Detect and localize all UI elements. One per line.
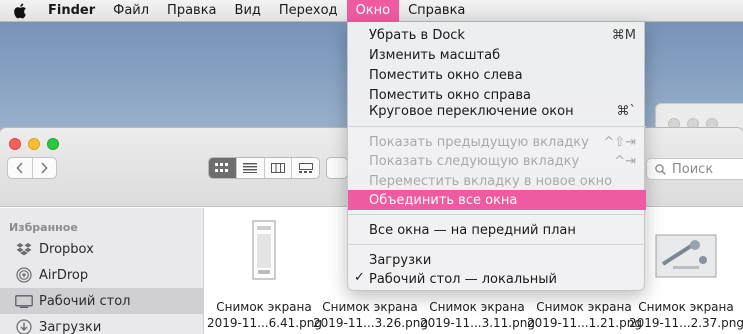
menu-item-cycle-windows[interactable]: Круговое переключение окон ⌘` [348, 101, 646, 121]
sidebar-item-label: Загрузки [39, 319, 102, 334]
file-name-line2: 2019-11...2.37.png [629, 316, 743, 330]
desktop-icon [14, 293, 34, 309]
search-field[interactable]: Поиск [646, 158, 743, 180]
finder-sidebar: Избранное Dropbox AirDrop Рабочий стол З… [0, 208, 204, 334]
chevron-left-icon [16, 162, 23, 174]
menu-finder[interactable]: Finder [40, 0, 104, 22]
window-menu-dropdown: Убрать в Dock ⌘M Изменить масштаб Помест… [347, 22, 646, 291]
file-name-line2: 2019-11...1.21.png [527, 316, 642, 330]
file-name-line2: 2019-11...3.11.png [420, 316, 535, 330]
menu-help[interactable]: Справка [399, 0, 474, 22]
navigation-buttons [7, 157, 57, 179]
menu-item-label: Убрать в Dock [369, 27, 465, 43]
menu-separator [348, 244, 646, 245]
close-button[interactable] [9, 138, 21, 150]
file-name-line1: Снимок экрана [322, 300, 418, 314]
back-button[interactable] [8, 158, 32, 178]
screenshot-thumbnail-icon [252, 220, 276, 280]
airdrop-icon [14, 267, 34, 283]
file-item[interactable]: Снимок экрана 2019-11...6.41.png [207, 220, 322, 334]
menu-item-minimize[interactable]: Убрать в Dock ⌘M [348, 25, 646, 45]
menu-item-previous-tab: Показать предыдущую вкладку ^⇧⇥ [348, 132, 646, 152]
menu-shortcut: ^⇧⇥ [603, 134, 636, 150]
menu-item-merge-windows[interactable]: Объединить все окна [348, 190, 646, 210]
search-placeholder: Поиск [672, 161, 714, 177]
sidebar-item-label: Рабочий стол [39, 293, 131, 309]
menu-item-zoom[interactable]: Изменить масштаб [348, 45, 646, 65]
menu-item-label: Объединить все окна [369, 192, 518, 208]
downloads-icon [14, 319, 34, 334]
file-name-line1: Снимок экрана [216, 300, 312, 314]
menu-item-label: Круговое переключение окон [369, 103, 574, 119]
menu-edit[interactable]: Правка [158, 0, 225, 22]
menu-bar: Finder Файл Правка Вид Переход Окно Спра… [0, 0, 743, 22]
checkmark-icon: ✓ [354, 270, 365, 285]
menu-item-label: Поместить окно слева [369, 67, 523, 83]
view-mode-control [208, 157, 320, 179]
file-name-line2: 2019-11...6.41.png [207, 316, 322, 330]
menu-item-tile-left[interactable]: Поместить окно слева [348, 65, 646, 85]
file-name-line1: Снимок экрана [536, 300, 632, 314]
sidebar-item-airdrop[interactable]: AirDrop [0, 262, 204, 288]
sidebar-item-dropbox[interactable]: Dropbox [0, 236, 204, 262]
menu-view[interactable]: Вид [226, 0, 270, 22]
menu-item-label: Загрузки [369, 252, 432, 268]
sidebar-item-label: AirDrop [39, 267, 89, 283]
screenshot-thumbnail-icon [655, 234, 717, 278]
file-name-line2: 2019-11...3.26.png [313, 316, 428, 330]
apple-icon [14, 3, 26, 18]
list-view-button[interactable] [235, 158, 264, 178]
menu-item-next-tab: Показать следующую вкладку ^⇥ [348, 151, 646, 171]
menu-separator [348, 214, 646, 215]
menu-item-move-tab: Переместить вкладку в новое окно [348, 171, 646, 191]
menu-item-label: Все окна — на передний план [369, 222, 576, 238]
menu-item-desktop-local[interactable]: ✓ Рабочий стол — локальный [348, 269, 646, 289]
sidebar-item-label: Dropbox [39, 241, 94, 257]
minimize-button[interactable] [28, 138, 40, 150]
file-name-line1: Снимок экрана [638, 300, 734, 314]
columns-icon [270, 163, 285, 173]
menu-item-downloads[interactable]: Загрузки [348, 250, 646, 270]
apple-menu[interactable] [0, 0, 40, 22]
forward-button[interactable] [31, 158, 57, 178]
column-view-button[interactable] [263, 158, 292, 178]
menu-item-label: Показать следующую вкладку [369, 153, 580, 169]
zoom-button[interactable] [47, 138, 59, 150]
list-icon [243, 163, 258, 173]
file-item[interactable]: Снимок экрана 2019-11...2.37.png [629, 220, 743, 334]
menu-shortcut: ^⇥ [614, 153, 636, 169]
gallery-view-button[interactable] [291, 158, 319, 178]
grid-icon [215, 163, 229, 172]
menu-go[interactable]: Переход [270, 0, 347, 22]
sidebar-heading: Избранное [9, 221, 78, 234]
search-icon [655, 163, 666, 175]
icon-view-button[interactable] [209, 158, 236, 178]
menu-shortcut: ⌘` [616, 103, 637, 119]
menu-item-label: Изменить масштаб [369, 47, 501, 63]
menu-item-label: Рабочий стол — локальный [369, 271, 557, 287]
menu-file[interactable]: Файл [104, 0, 158, 22]
sidebar-item-downloads[interactable]: Загрузки [0, 314, 204, 334]
file-name-line1: Снимок экрана [429, 300, 525, 314]
sidebar-item-desktop[interactable]: Рабочий стол [0, 288, 204, 314]
menu-item-bring-all-to-front[interactable]: Все окна — на передний план [348, 220, 646, 240]
gallery-icon [298, 163, 313, 173]
menu-window[interactable]: Окно [346, 0, 400, 22]
menu-item-label: Переместить вкладку в новое окно [369, 173, 613, 189]
dropbox-icon [14, 241, 34, 257]
menu-shortcut: ⌘M [611, 27, 636, 43]
chevron-right-icon [41, 162, 48, 174]
menu-item-label: Показать предыдущую вкладку [369, 134, 589, 150]
menu-separator [348, 126, 646, 127]
group-button[interactable] [326, 157, 348, 179]
